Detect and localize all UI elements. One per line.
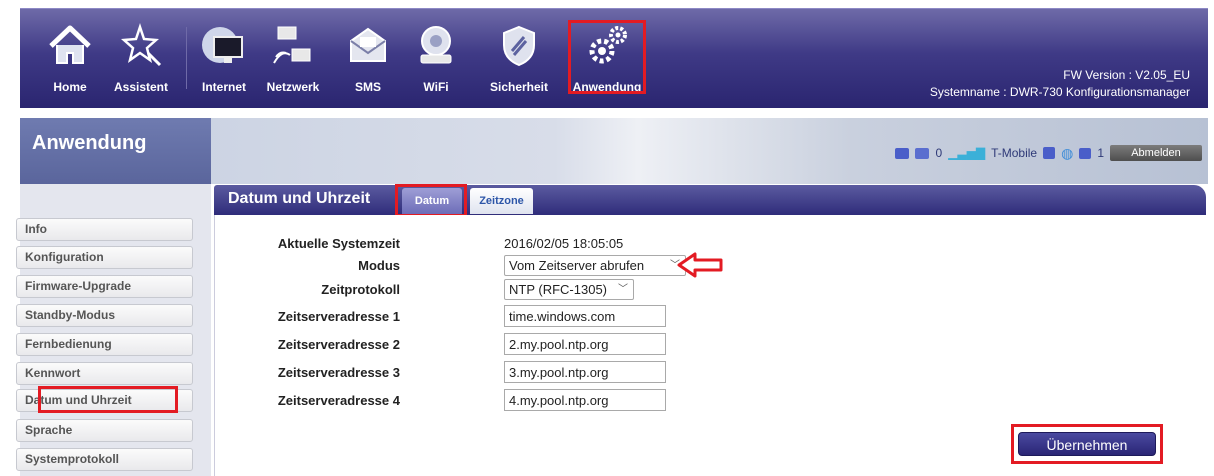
firmware-info: FW Version : V2.05_EU Systemname : DWR-7… [930,67,1190,101]
nav-label: Sicherheit [489,80,549,94]
clients-icon [1079,147,1092,159]
row-system-time: Aktuelle Systemzeit 2016/02/05 18:05:05 [214,232,1114,256]
mode-select-value: Vom Zeitserver abrufen [509,258,645,273]
row-mode: Modus Vom Zeitserver abrufen ﹀ [214,252,1114,281]
mode-select[interactable]: Vom Zeitserver abrufen ﹀ [504,255,686,276]
nav-label: Assistent [113,80,169,94]
section-title-box: Anwendung [20,118,211,184]
shield-icon [496,23,542,72]
nav-label: Home [53,80,87,94]
server2-label: Zeitserveradresse 2 [277,337,400,352]
globe-monitor-icon [200,23,248,72]
row-protocol: Zeitprotokoll NTP (RFC-1305) ﹀ [214,278,1114,302]
row-server-4: Zeitserveradresse 4 [214,389,1114,413]
system-time-label: Aktuelle Systemzeit [277,236,400,251]
logout-button[interactable]: Abmelden [1110,145,1202,161]
firmware-version: FW Version : V2.05_EU [1063,68,1190,82]
sim-icon [895,147,910,159]
home-icon [47,23,93,72]
protocol-select[interactable]: NTP (RFC-1305) ﹀ [504,279,634,300]
server3-label: Zeitserveradresse 3 [277,365,400,380]
server4-input[interactable] [504,389,666,411]
nav-internet[interactable]: Internet [192,9,256,109]
system-name: Systemname : DWR-730 Konfigurationsmanag… [929,85,1190,99]
network-icon [270,23,316,72]
envelope-icon [345,23,391,72]
server1-label: Zeitserveradresse 1 [277,309,400,324]
nav-sicherheit[interactable]: Sicherheit [476,9,562,109]
roaming-icon [1043,147,1056,159]
wand-icon [118,23,164,72]
nav-netzwerk[interactable]: Netzwerk [256,9,330,109]
carrier-name: T-Mobile [991,146,1038,160]
nav-divider [186,27,187,89]
sms-status-icon [915,147,930,159]
server3-input[interactable] [504,361,666,383]
nav-assistent[interactable]: Assistent [102,9,180,109]
chevron-down-icon: ﹀ [618,284,628,295]
row-server-1: Zeitserveradresse 1 [214,305,1114,329]
nav-label: SMS [354,80,381,94]
nav-label: Anwendung [572,80,642,94]
content-title: Datum und Uhrzeit [228,190,371,207]
section-title: Anwendung [32,132,147,154]
sms-count: 0 [935,146,943,160]
clients-count: 1 [1097,146,1104,160]
sidebar-item-systemprotokoll[interactable]: Systemprotokoll [16,448,193,471]
signal-icon: ▁▃▅▇ [948,146,986,160]
apply-button[interactable]: Übernehmen [1018,432,1156,456]
tab-datum[interactable]: Datum [402,188,462,214]
protocol-label: Zeitprotokoll [321,282,400,297]
globe-icon: ◍ [1061,144,1074,161]
nav-label: Netzwerk [266,80,320,94]
nav-home[interactable]: Home [40,9,100,109]
server2-input[interactable] [504,333,666,355]
row-server-2: Zeitserveradresse 2 [214,333,1114,357]
wifi-router-icon [413,23,459,72]
server4-label: Zeitserveradresse 4 [277,393,400,408]
status-bar: 0 ▁▃▅▇ T-Mobile ◍ 1 Abmelden [895,144,1202,162]
nav-label: WiFi [423,80,449,94]
sidebar-item-sprache[interactable]: Sprache [16,419,193,442]
nav-wifi[interactable]: WiFi [406,9,466,109]
protocol-select-value: NTP (RFC-1305) [509,282,608,297]
nav-anwendung[interactable]: Anwendung [570,9,644,109]
nav-label: Internet [201,80,246,94]
row-server-3: Zeitserveradresse 3 [214,361,1114,385]
content-header: Datum und Uhrzeit Datum Zeitzone [214,185,1206,215]
gears-icon [584,23,630,72]
tab-zeitzone[interactable]: Zeitzone [470,188,533,214]
nav-sms[interactable]: SMS [338,9,398,109]
mode-label: Modus [358,258,400,273]
top-navigation: Home Assistent Internet Netzwerk SMS WiF… [20,8,1208,108]
server1-input[interactable] [504,305,666,327]
arrow-left-icon [677,252,725,281]
system-time-value: 2016/02/05 18:05:05 [504,236,624,251]
